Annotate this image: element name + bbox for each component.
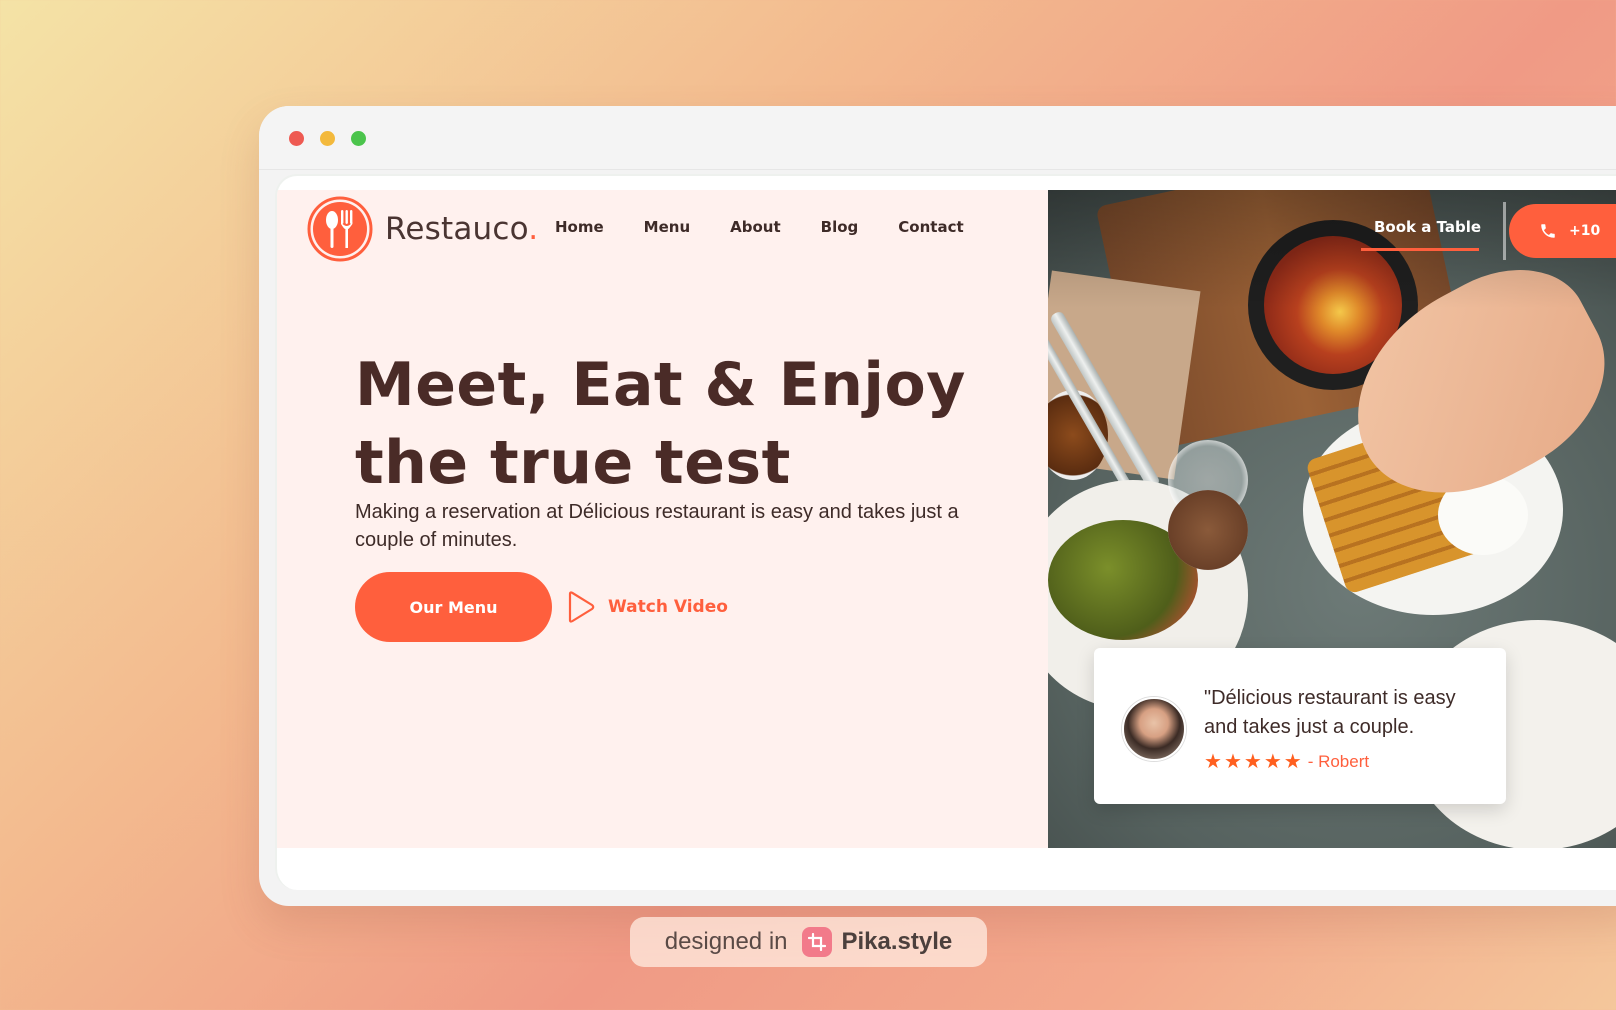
star-icon: ★: [1223, 751, 1242, 773]
browser-window: Restauco. Home Menu About Blog Contact B…: [259, 106, 1616, 906]
nav-item-contact[interactable]: Contact: [898, 218, 963, 236]
book-table-link[interactable]: Book a Table: [1374, 218, 1481, 236]
watch-video-label: Watch Video: [608, 597, 728, 617]
star-icon: ★: [1243, 751, 1262, 773]
headline-line-2: the true test: [355, 428, 791, 498]
minimize-window-button[interactable]: [320, 131, 335, 146]
brand-dot: .: [528, 211, 539, 247]
star-icon: ★: [1204, 751, 1222, 773]
phone-icon: [1541, 224, 1555, 238]
headline-line-1: Meet, Eat & Enjoy: [355, 350, 966, 420]
phone-number: +10: [1569, 223, 1601, 239]
pika-crop-icon: [801, 927, 832, 957]
star-icon: ★: [1263, 751, 1282, 773]
avatar: [1122, 697, 1186, 761]
nav-item-blog[interactable]: Blog: [821, 218, 859, 236]
nav-item-menu[interactable]: Menu: [644, 218, 690, 236]
phone-button[interactable]: +10: [1509, 204, 1616, 258]
brand-name: Restauco.: [385, 211, 538, 247]
window-titlebar: [259, 106, 1616, 170]
testimonial-author: - Robert: [1307, 752, 1370, 771]
rating-stars: ★ ★ ★ ★ ★ - Robert: [1204, 752, 1369, 772]
brand-name-text: Restauco: [385, 211, 529, 247]
watch-video-link[interactable]: Watch Video: [566, 590, 728, 624]
testimonial-quote: "Délicious restaurant is easy and takes …: [1204, 687, 1456, 738]
close-window-button[interactable]: [289, 131, 304, 146]
star-icon: ★: [1283, 751, 1302, 773]
nav-item-about[interactable]: About: [730, 218, 781, 236]
header-divider: [1503, 202, 1506, 260]
main-nav: Home Menu About Blog Contact: [555, 218, 964, 236]
maximize-window-button[interactable]: [351, 131, 366, 146]
our-menu-button[interactable]: Our Menu: [355, 572, 552, 642]
badge-prefix: designed in: [664, 928, 788, 955]
play-icon: [568, 591, 595, 623]
book-table-underline: [1361, 248, 1479, 251]
badge-brand: Pika.style: [841, 928, 953, 955]
browser-viewport: Restauco. Home Menu About Blog Contact B…: [275, 174, 1616, 890]
restaurant-logo-icon: [307, 196, 373, 262]
testimonial-card: "Délicious restaurant is easy and takes …: [1094, 648, 1506, 804]
hero-subtext: Making a reservation at Délicious restau…: [355, 501, 959, 551]
pika-badge[interactable]: designed in Pika.style: [630, 917, 987, 967]
nav-item-home[interactable]: Home: [555, 218, 604, 236]
brand-logo[interactable]: Restauco.: [307, 196, 538, 262]
hero-headline: Meet, Eat & Enjoy the true test: [355, 346, 995, 502]
